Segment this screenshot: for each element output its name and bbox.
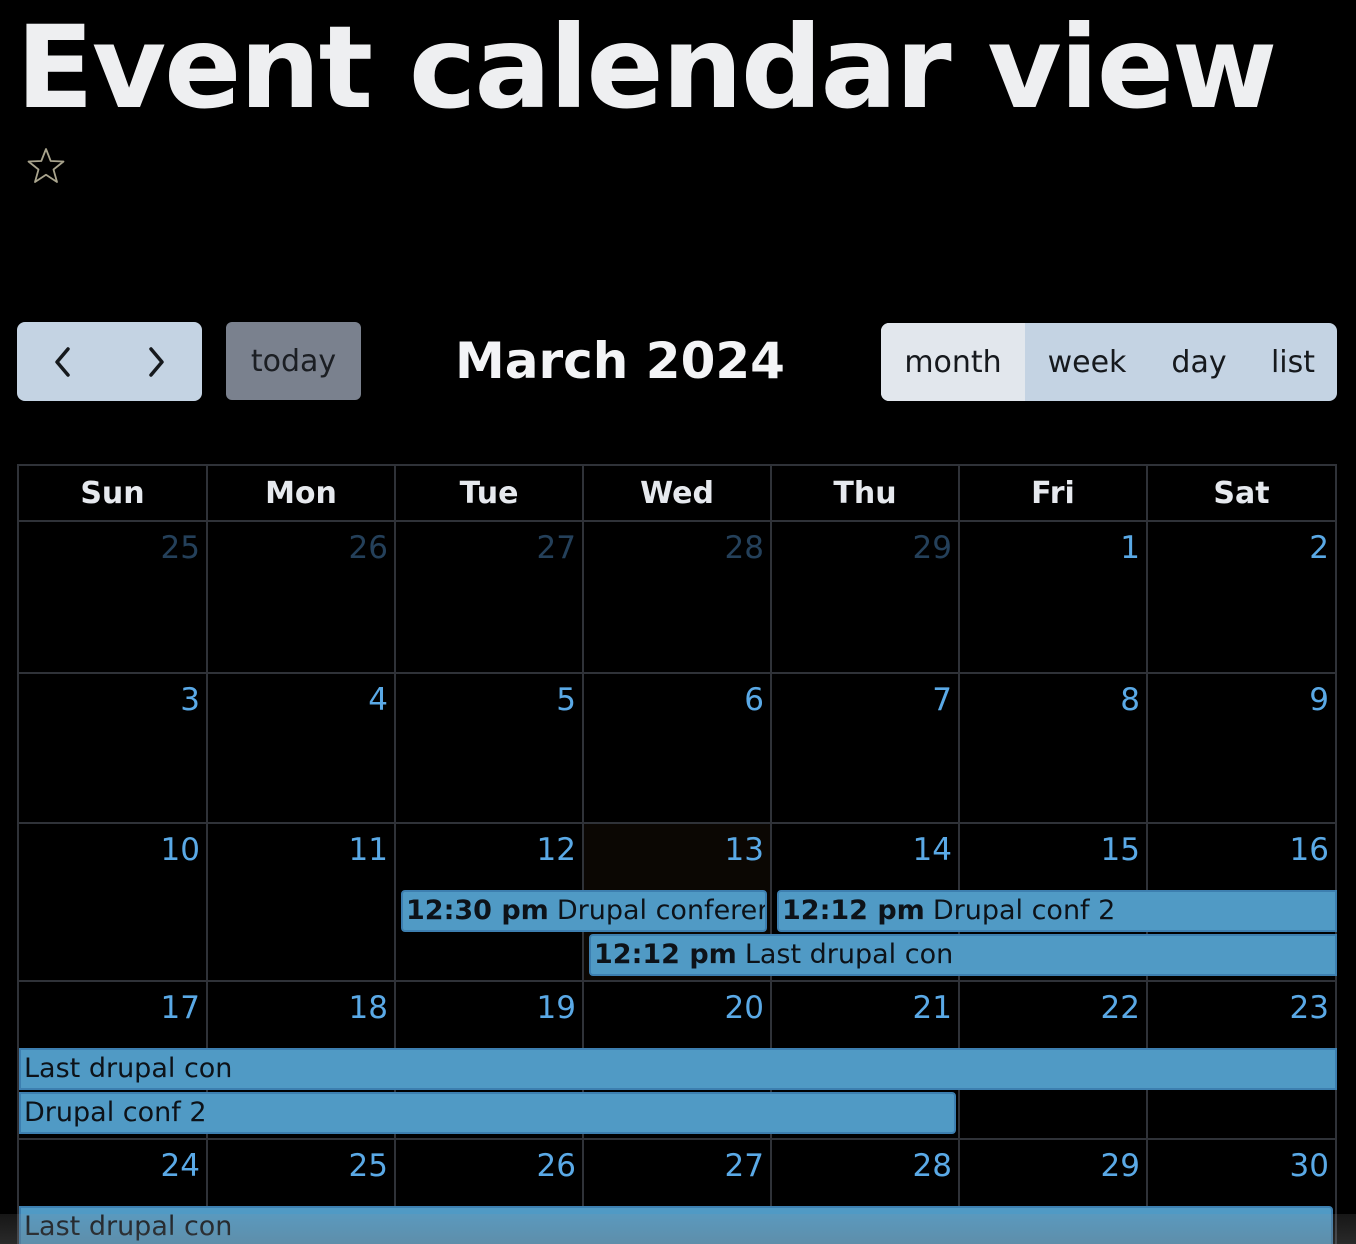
- week-row: 3 4 5 6 7 8 9: [19, 674, 1337, 824]
- day-cell[interactable]: 4: [208, 674, 396, 824]
- view-month-button[interactable]: month: [881, 323, 1025, 401]
- day-number[interactable]: 29: [913, 530, 952, 566]
- event-drupal-conf-2-continued[interactable]: Drupal conf 2: [19, 1092, 956, 1134]
- day-number[interactable]: 29: [1101, 1148, 1140, 1184]
- day-cell[interactable]: 9: [1148, 674, 1337, 824]
- dow-thu: Thu: [772, 466, 960, 522]
- prev-next-group: [17, 322, 202, 401]
- dow-sun: Sun: [19, 466, 208, 522]
- day-cell[interactable]: 11: [208, 824, 396, 982]
- week-row: 24 25 26 27 28 29 30 Last drupal con: [19, 1140, 1337, 1244]
- today-button[interactable]: today: [226, 322, 361, 400]
- day-number[interactable]: 25: [349, 1148, 388, 1184]
- day-number[interactable]: 22: [1101, 990, 1140, 1026]
- day-cell[interactable]: 3: [19, 674, 208, 824]
- day-number[interactable]: 8: [1120, 682, 1140, 718]
- day-number[interactable]: 12: [537, 832, 576, 868]
- day-number[interactable]: 1: [1120, 530, 1140, 566]
- day-number[interactable]: 5: [556, 682, 576, 718]
- day-number[interactable]: 28: [725, 530, 764, 566]
- day-number[interactable]: 6: [744, 682, 764, 718]
- day-cell[interactable]: 8: [960, 674, 1148, 824]
- day-number[interactable]: 17: [161, 990, 200, 1026]
- day-cell[interactable]: 25: [19, 522, 208, 674]
- page: Event calendar view today March 2024 mon…: [0, 0, 1356, 1244]
- day-cell[interactable]: 6: [584, 674, 772, 824]
- calendar-grid: Sun Mon Tue Wed Thu Fri Sat 25 26 27 28 …: [17, 464, 1337, 1244]
- day-cell[interactable]: 29: [772, 522, 960, 674]
- day-number[interactable]: 20: [725, 990, 764, 1026]
- day-number[interactable]: 13: [725, 832, 764, 868]
- month-title: March 2024: [455, 332, 785, 390]
- event-title: Drupal conf 2: [24, 1097, 207, 1128]
- day-number[interactable]: 21: [913, 990, 952, 1026]
- day-cell[interactable]: 26: [208, 522, 396, 674]
- event-time: 12:12 pm: [782, 895, 925, 926]
- prev-button[interactable]: [17, 322, 110, 401]
- event-title: Last drupal con: [24, 1053, 233, 1084]
- next-button[interactable]: [110, 322, 203, 401]
- event-title: Last drupal con: [24, 1211, 233, 1242]
- day-number[interactable]: 2: [1309, 530, 1329, 566]
- day-number[interactable]: 18: [349, 990, 388, 1026]
- day-of-week-header: Sun Mon Tue Wed Thu Fri Sat: [19, 466, 1337, 522]
- day-cell[interactable]: 7: [772, 674, 960, 824]
- page-title: Event calendar view: [16, 1, 1277, 134]
- day-number[interactable]: 14: [913, 832, 952, 868]
- view-day-button[interactable]: day: [1149, 323, 1249, 401]
- event-last-drupal-con-continued[interactable]: Last drupal con: [19, 1048, 1337, 1090]
- dow-wed: Wed: [584, 466, 772, 522]
- event-last-drupal-con-continued[interactable]: Last drupal con: [19, 1206, 1333, 1244]
- day-number[interactable]: 3: [180, 682, 200, 718]
- day-number[interactable]: 25: [161, 530, 200, 566]
- day-number[interactable]: 15: [1101, 832, 1140, 868]
- day-number[interactable]: 19: [537, 990, 576, 1026]
- day-number[interactable]: 28: [913, 1148, 952, 1184]
- star-icon[interactable]: [26, 146, 66, 186]
- day-number[interactable]: 9: [1309, 682, 1329, 718]
- day-number[interactable]: 23: [1290, 990, 1329, 1026]
- day-number[interactable]: 24: [161, 1148, 200, 1184]
- event-drupal-conference[interactable]: 12:30 pmDrupal conference: [401, 890, 767, 932]
- event-time: 12:12 pm: [594, 939, 737, 970]
- day-cell[interactable]: 10: [19, 824, 208, 982]
- day-number[interactable]: 26: [537, 1148, 576, 1184]
- day-cell[interactable]: 28: [584, 522, 772, 674]
- day-number[interactable]: 27: [725, 1148, 764, 1184]
- dow-mon: Mon: [208, 466, 396, 522]
- day-number[interactable]: 30: [1290, 1148, 1329, 1184]
- view-switcher: month week day list: [881, 323, 1337, 401]
- event-drupal-conf-2[interactable]: 12:12 pm Drupal conf 2: [777, 890, 1337, 932]
- dow-fri: Fri: [960, 466, 1148, 522]
- day-number[interactable]: 11: [349, 832, 388, 868]
- event-last-drupal-con[interactable]: 12:12 pm Last drupal con: [589, 934, 1337, 976]
- day-cell[interactable]: 1: [960, 522, 1148, 674]
- event-time: 12:30 pm: [406, 895, 549, 926]
- week-row: 10 11 12 13 14 15 16 12:30 pm Drupal conf…: [19, 824, 1337, 982]
- chevron-left-icon: [55, 346, 70, 377]
- view-week-button[interactable]: week: [1025, 323, 1149, 401]
- day-number[interactable]: 10: [161, 832, 200, 868]
- day-cell[interactable]: 5: [396, 674, 584, 824]
- day-number[interactable]: 7: [932, 682, 952, 718]
- day-number[interactable]: 4: [368, 682, 388, 718]
- week-row: 17 18 19 20 21 22 23 Last drupal con Dru…: [19, 982, 1337, 1140]
- day-cell[interactable]: 27: [396, 522, 584, 674]
- event-title: Last drupal con: [744, 939, 954, 970]
- week-row: 25 26 27 28 29 1 2: [19, 522, 1337, 674]
- day-cell[interactable]: 2: [1148, 522, 1337, 674]
- event-title: Drupal conf 2: [932, 895, 1116, 926]
- view-list-button[interactable]: list: [1249, 323, 1337, 401]
- dow-sat: Sat: [1148, 466, 1337, 522]
- event-title: Drupal conference: [556, 895, 765, 926]
- day-number[interactable]: 16: [1290, 832, 1329, 868]
- dow-tue: Tue: [396, 466, 584, 522]
- day-number[interactable]: 27: [537, 530, 576, 566]
- chevron-right-icon: [149, 346, 164, 377]
- day-number[interactable]: 26: [349, 530, 388, 566]
